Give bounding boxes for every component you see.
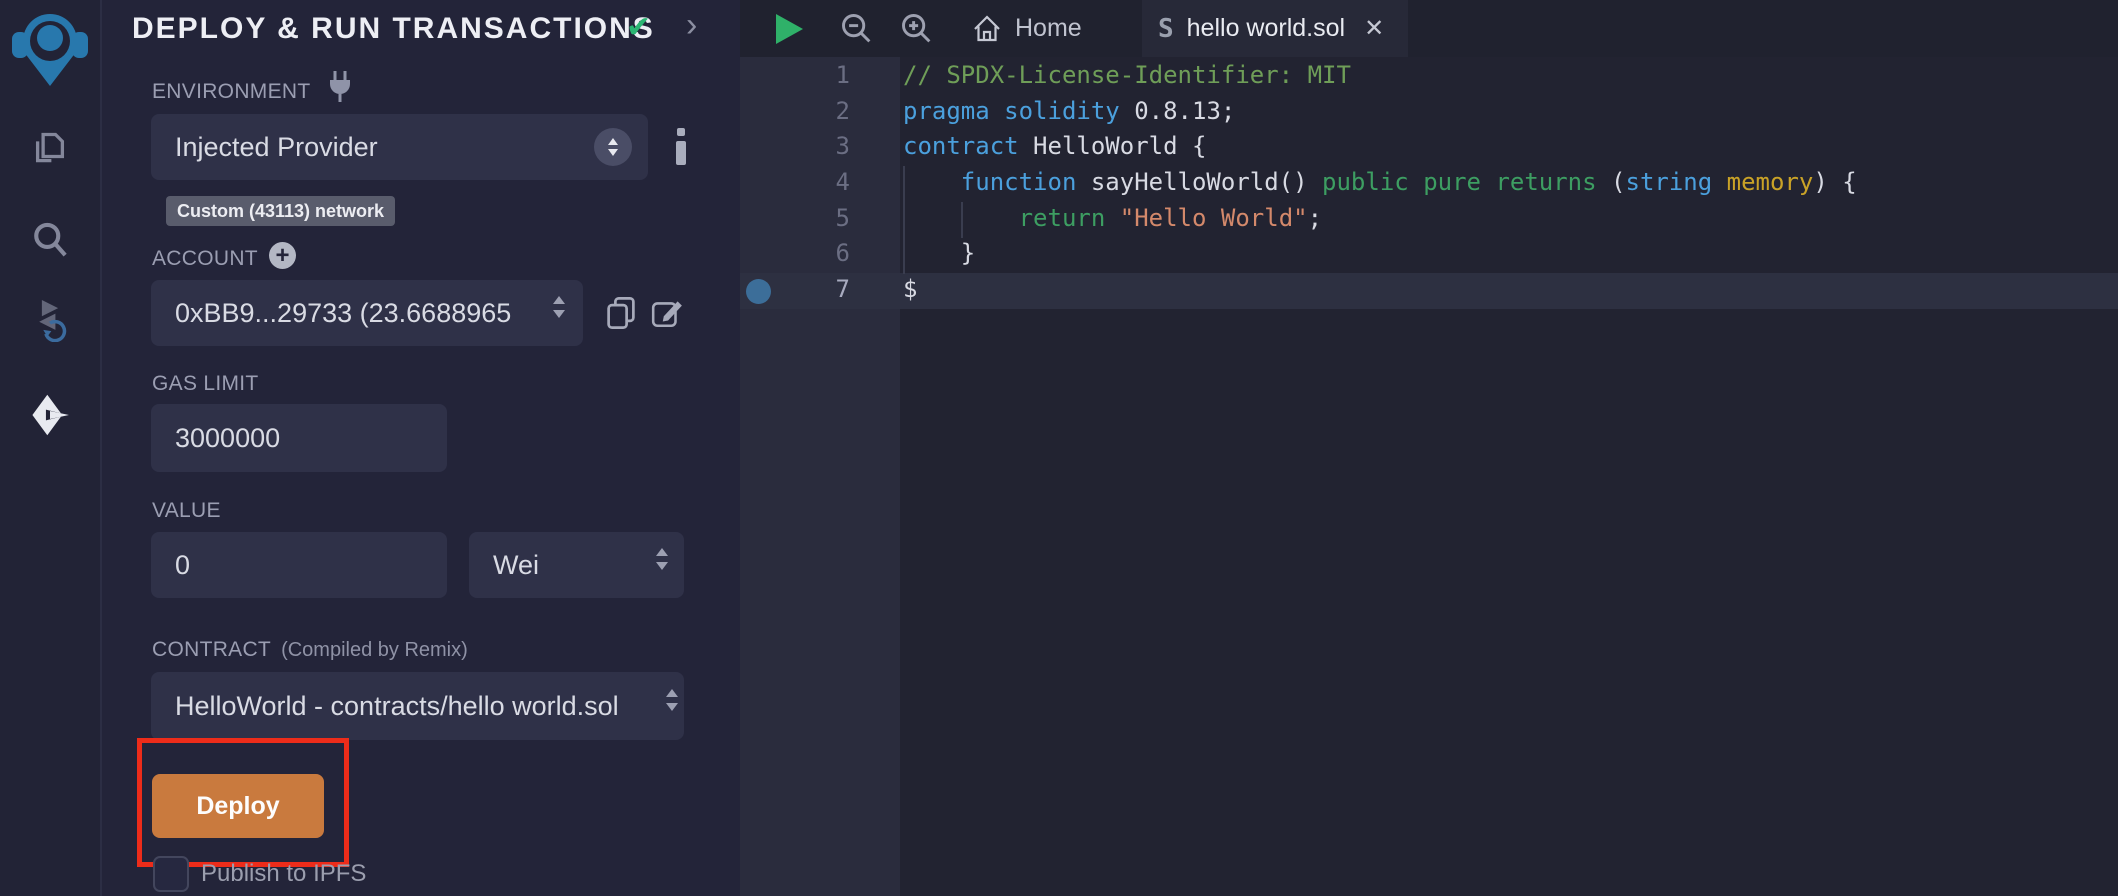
file-explorer-icon[interactable] [27, 128, 73, 174]
tab-home-label: Home [1015, 14, 1082, 43]
solidity-file-icon: S [1158, 14, 1174, 44]
environment-select[interactable]: Injected Provider [151, 114, 648, 180]
environment-select-value: Injected Provider [151, 132, 378, 163]
value-unit-select[interactable]: Wei [469, 532, 684, 598]
tab-file-label: hello world.sol [1187, 14, 1345, 43]
search-icon[interactable] [27, 217, 73, 263]
contract-select[interactable]: HelloWorld - contracts/hello world.sol [151, 672, 684, 740]
value-label: VALUE [152, 499, 221, 523]
activity-bar [0, 0, 102, 896]
home-icon [972, 14, 1002, 44]
code-content[interactable]: // SPDX-License-Identifier: MIT pragma s… [903, 58, 1857, 308]
select-arrows-icon [666, 689, 678, 711]
code-editor: Home S hello world.sol ✕ 1 2 3 4 5 6 7 /… [740, 0, 2118, 896]
add-account-icon[interactable]: + [269, 242, 296, 269]
contract-select-value: HelloWorld - contracts/hello world.sol [151, 691, 665, 722]
publish-ipfs-checkbox[interactable] [153, 856, 189, 892]
gas-limit-input[interactable] [151, 404, 447, 472]
tab-hello-world-sol[interactable]: S hello world.sol ✕ [1142, 0, 1408, 57]
environment-label: ENVIRONMENT [152, 80, 310, 104]
compile-success-check-icon: ✔ [626, 10, 651, 45]
tab-home[interactable]: Home [972, 0, 1082, 57]
solidity-compiler-icon[interactable] [27, 296, 73, 342]
deploy-run-icon[interactable] [27, 392, 73, 438]
code-line: function sayHelloWorld() public pure ret… [903, 165, 1857, 201]
line-number-active: 7 [740, 272, 900, 308]
select-arrows-icon [594, 128, 632, 166]
copy-account-icon[interactable] [604, 295, 638, 331]
line-number: 5 [740, 201, 900, 237]
gas-limit-label: GAS LIMIT [152, 372, 259, 396]
run-script-play-icon[interactable] [776, 14, 803, 44]
value-unit-value: Wei [469, 550, 539, 581]
remix-logo [8, 4, 92, 88]
code-line: $ [903, 272, 1857, 308]
account-label: ACCOUNT [152, 247, 258, 271]
line-number: 3 [740, 129, 900, 165]
deploy-run-panel: DEPLOY & RUN TRANSACTIONS ✔ › ENVIRONMEN… [102, 0, 742, 896]
code-line: } [903, 236, 1857, 272]
line-numbers: 1 2 3 4 5 6 7 [740, 58, 900, 308]
deploy-button[interactable]: Deploy [152, 774, 324, 838]
edit-account-icon[interactable] [650, 296, 684, 330]
network-badge: Custom (43113) network [166, 196, 395, 226]
code-line: return "Hello World"; [903, 201, 1857, 237]
publish-ipfs-label: Publish to IPFS [201, 860, 366, 888]
close-tab-icon[interactable]: ✕ [1364, 14, 1384, 43]
select-arrows-icon [656, 548, 668, 570]
contract-label: CONTRACT(Compiled by Remix) [152, 638, 468, 662]
value-input[interactable] [151, 532, 447, 598]
zoom-out-icon[interactable] [839, 11, 875, 47]
account-select[interactable]: 0xBB9...29733 (23.6688965 [151, 280, 583, 346]
remix-ide-window: DEPLOY & RUN TRANSACTIONS ✔ › ENVIRONMEN… [0, 0, 2118, 896]
plug-icon [325, 70, 355, 104]
editor-tab-bar: Home S hello world.sol ✕ [740, 0, 2118, 57]
code-line: pragma solidity 0.8.13; [903, 94, 1857, 130]
line-number: 1 [740, 58, 900, 94]
line-number: 6 [740, 236, 900, 272]
line-number: 2 [740, 94, 900, 130]
code-line: // SPDX-License-Identifier: MIT [903, 58, 1857, 94]
zoom-in-icon[interactable] [899, 11, 935, 47]
account-select-value: 0xBB9...29733 (23.6688965 [151, 298, 525, 329]
contract-sublabel: (Compiled by Remix) [281, 639, 468, 661]
panel-title: DEPLOY & RUN TRANSACTIONS [132, 12, 655, 46]
line-number: 4 [740, 165, 900, 201]
info-icon[interactable] [674, 128, 688, 168]
select-arrows-icon [553, 296, 565, 318]
code-line: contract HelloWorld { [903, 129, 1857, 165]
chevron-right-icon[interactable]: › [686, 6, 697, 45]
